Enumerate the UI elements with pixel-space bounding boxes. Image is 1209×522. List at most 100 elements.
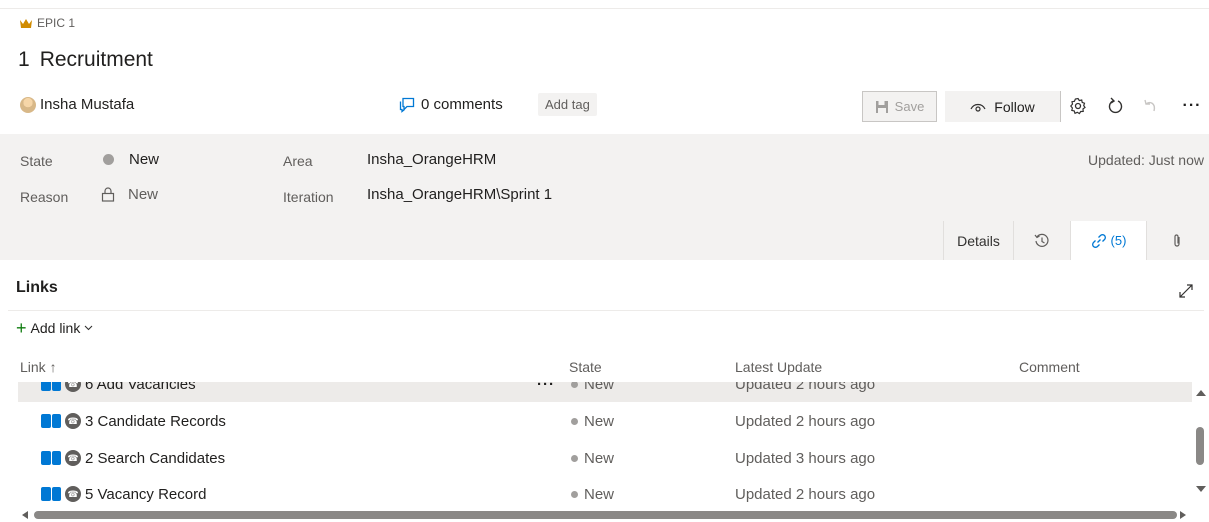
area-field[interactable]: Insha_OrangeHRM xyxy=(367,151,496,168)
link-state-text: New xyxy=(584,382,615,393)
scroll-up-icon[interactable] xyxy=(1196,390,1206,396)
link-state: New xyxy=(571,450,614,467)
area-label: Area xyxy=(283,153,313,169)
column-comment[interactable]: Comment xyxy=(1019,359,1080,375)
link-item[interactable]: ☎ 6 Add Vacancies xyxy=(41,382,196,393)
follow-button[interactable]: Follow xyxy=(945,91,1060,122)
reason-label: Reason xyxy=(20,189,69,205)
list-item[interactable]: ☎ 5 Vacancy Record New Updated 2 hours a… xyxy=(18,476,1192,512)
link-updated: Updated 3 hours ago xyxy=(735,449,876,467)
link-state: New xyxy=(571,486,614,503)
work-item-id: 1 xyxy=(18,48,30,71)
column-state[interactable]: State xyxy=(569,359,602,375)
state-dropdown[interactable]: New xyxy=(103,151,159,168)
book-icon xyxy=(41,382,61,391)
link-icon xyxy=(1091,233,1106,248)
link-title[interactable]: 5 Vacancy Record xyxy=(85,486,206,503)
undo-icon xyxy=(1144,99,1156,112)
link-updated: Updated 2 hours ago xyxy=(735,485,876,503)
reason-dropdown[interactable]: New xyxy=(101,186,158,203)
work-item-title[interactable]: 1 Recruitment xyxy=(18,48,153,72)
chevron-down-icon xyxy=(84,325,93,331)
save-icon xyxy=(875,100,888,113)
links-list: ☎ 6 Add Vacancies ··· New Updated 2 hour… xyxy=(18,382,1192,512)
state-dot xyxy=(103,154,114,165)
state-dot xyxy=(571,417,578,425)
list-item[interactable]: ☎ 3 Candidate Records New Updated 2 hour… xyxy=(18,403,1192,439)
refresh-button[interactable] xyxy=(1102,92,1130,120)
link-updated: Updated 2 hours ago xyxy=(735,382,876,393)
link-item[interactable]: ☎ 5 Vacancy Record xyxy=(41,486,206,503)
state-dot xyxy=(571,382,578,388)
comments-count: 0 comments xyxy=(421,96,503,113)
link-title[interactable]: 6 Add Vacancies xyxy=(85,382,196,393)
save-button[interactable]: Save xyxy=(862,91,937,122)
scroll-left-icon[interactable] xyxy=(22,511,28,519)
link-title[interactable]: 2 Search Candidates xyxy=(85,450,225,467)
links-divider xyxy=(8,310,1204,311)
link-state-text: New xyxy=(584,485,615,503)
link-state: New xyxy=(571,382,614,393)
work-item-icon: ☎ xyxy=(65,486,81,502)
lock-icon xyxy=(101,187,115,202)
work-item-title-text[interactable]: Recruitment xyxy=(40,48,153,72)
list-item[interactable]: ☎ 6 Add Vacancies ··· New Updated 2 hour… xyxy=(18,382,1192,402)
follow-label: Follow xyxy=(994,98,1035,115)
undo-button[interactable] xyxy=(1136,92,1164,120)
state-dot xyxy=(571,454,578,462)
more-actions-button[interactable]: ··· xyxy=(1180,94,1204,118)
scroll-thumb[interactable] xyxy=(1196,427,1204,465)
work-item-icon: ☎ xyxy=(65,413,81,429)
iteration-label: Iteration xyxy=(283,189,334,205)
toolbar-divider xyxy=(1060,91,1061,122)
save-label: Save xyxy=(894,99,925,114)
tab-history[interactable] xyxy=(1013,221,1070,260)
row-more-button[interactable]: ··· xyxy=(537,382,555,393)
link-item[interactable]: ☎ 2 Search Candidates xyxy=(41,450,225,467)
updated-status: Updated: Just now xyxy=(1088,152,1204,168)
scroll-thumb[interactable] xyxy=(34,511,1177,519)
state-value: New xyxy=(129,151,160,168)
column-latest-update[interactable]: Latest Update xyxy=(735,359,822,375)
expand-icon[interactable] xyxy=(1178,283,1194,299)
vertical-scrollbar[interactable] xyxy=(1192,384,1209,506)
link-state: New xyxy=(571,413,614,430)
scroll-right-icon[interactable] xyxy=(1180,511,1186,519)
work-item-type-label: EPIC 1 xyxy=(37,16,76,30)
links-section-title: Links xyxy=(16,279,58,296)
add-link-button[interactable]: + Add link xyxy=(16,319,93,337)
link-title[interactable]: 3 Candidate Records xyxy=(85,413,226,430)
tab-attachments[interactable] xyxy=(1146,221,1206,260)
paperclip-icon xyxy=(1173,233,1180,247)
horizontal-scrollbar[interactable] xyxy=(18,508,1192,522)
work-item-type: EPIC 1 xyxy=(19,16,75,30)
link-state-text: New xyxy=(584,412,615,430)
settings-button[interactable] xyxy=(1064,92,1092,120)
work-item-icon: ☎ xyxy=(65,382,81,392)
state-dot xyxy=(571,490,578,498)
comments-link[interactable]: 0 comments xyxy=(399,96,503,113)
history-icon xyxy=(1034,233,1049,247)
assignee-name: Insha Mustafa xyxy=(40,96,135,113)
tab-details[interactable]: Details xyxy=(943,221,1013,260)
scroll-down-icon[interactable] xyxy=(1196,486,1206,492)
eye-icon xyxy=(970,103,986,112)
reason-value: New xyxy=(128,186,159,203)
area-value: Insha_OrangeHRM xyxy=(367,151,497,168)
book-icon xyxy=(41,487,61,501)
gear-icon xyxy=(1070,97,1086,115)
link-item[interactable]: ☎ 3 Candidate Records xyxy=(41,413,226,430)
iteration-value: Insha_OrangeHRM\Sprint 1 xyxy=(367,186,553,203)
add-tag-button[interactable]: Add tag xyxy=(538,93,597,116)
link-updated: Updated 2 hours ago xyxy=(735,412,876,430)
avatar xyxy=(20,96,36,113)
column-link[interactable]: Link ↑ xyxy=(20,359,57,375)
add-link-label: Add link xyxy=(30,320,81,336)
iteration-field[interactable]: Insha_OrangeHRM\Sprint 1 xyxy=(367,186,552,203)
list-item[interactable]: ☎ 2 Search Candidates New Updated 3 hour… xyxy=(18,440,1192,476)
crown-icon xyxy=(20,18,32,28)
top-divider xyxy=(0,8,1209,9)
assignee-picker[interactable]: Insha Mustafa xyxy=(20,96,134,113)
work-item-tabs: Details (5) xyxy=(943,221,1206,260)
tab-links[interactable]: (5) xyxy=(1070,221,1146,260)
